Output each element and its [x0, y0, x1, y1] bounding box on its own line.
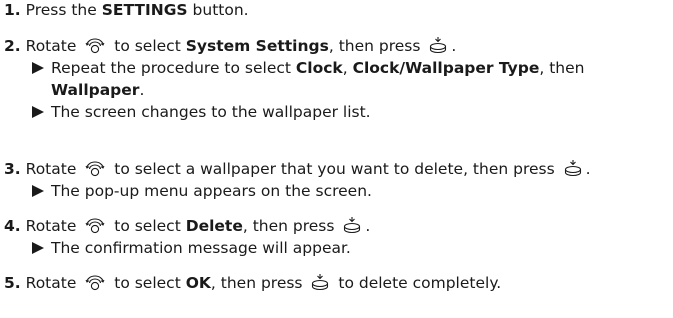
- interface-dial-press-icon: [564, 159, 582, 177]
- step-number: 2.: [4, 37, 21, 55]
- step-number: 5.: [4, 274, 21, 292]
- substep-2-1: Repeat the procedure to select Clock, Cl…: [4, 57, 585, 101]
- step-text: Rotate: [25, 37, 82, 55]
- step-text: to select: [109, 217, 186, 235]
- step-text-end: button.: [187, 1, 249, 19]
- menu-item-wallpaper: Wallpaper: [51, 81, 140, 99]
- substep-text: , then: [539, 59, 585, 77]
- step-1: 1. Press the SETTINGS button.: [4, 0, 249, 21]
- menu-item-ok: OK: [185, 274, 211, 292]
- triangle-bullet-icon: [32, 185, 44, 197]
- menu-item-clock: Clock: [295, 59, 343, 77]
- step-text: Press the: [25, 1, 102, 19]
- substep-text: The screen changes to the wallpaper list…: [51, 103, 371, 121]
- step-number: 4.: [4, 217, 21, 235]
- step-3: 3. Rotate to select a wallpaper that you…: [4, 158, 591, 202]
- step-text: to select a wallpaper that you want to d…: [109, 160, 560, 178]
- step-text: Rotate: [25, 217, 82, 235]
- interface-dial-press-icon: [311, 273, 329, 291]
- menu-item-delete: Delete: [185, 217, 243, 235]
- substep-text-end: .: [139, 81, 145, 99]
- substep-4-1: The confirmation message will appear.: [4, 237, 370, 259]
- step-text-end: .: [365, 217, 371, 235]
- triangle-bullet-icon: [32, 62, 44, 74]
- triangle-bullet-icon: [32, 106, 44, 118]
- step-text: Rotate: [25, 160, 82, 178]
- step-text-end: .: [585, 160, 591, 178]
- step-text: to select: [109, 37, 186, 55]
- interface-dial-rotate-icon: [85, 274, 105, 291]
- step-text: to select: [109, 274, 186, 292]
- interface-dial-rotate-icon: [85, 160, 105, 177]
- step-text-end: .: [451, 37, 457, 55]
- step-number: 1.: [4, 1, 21, 19]
- step-text-end: to delete completely.: [333, 274, 502, 292]
- step-number: 3.: [4, 160, 21, 178]
- interface-dial-press-icon: [343, 216, 361, 234]
- step-2: 2. Rotate to select System Settings, the…: [4, 35, 585, 123]
- menu-item-system-settings: System Settings: [185, 37, 329, 55]
- step-text: , then press: [328, 37, 426, 55]
- step-text: , then press: [210, 274, 308, 292]
- interface-dial-press-icon: [429, 36, 447, 54]
- substep-text: The confirmation message will appear.: [51, 239, 351, 257]
- triangle-bullet-icon: [32, 242, 44, 254]
- interface-dial-rotate-icon: [85, 37, 105, 54]
- separator-text: ,: [342, 59, 353, 77]
- step-text: , then press: [242, 217, 340, 235]
- step-text: Rotate: [25, 274, 82, 292]
- settings-label: SETTINGS: [101, 1, 188, 19]
- substep-3-1: The pop-up menu appears on the screen.: [4, 180, 591, 202]
- interface-dial-rotate-icon: [85, 217, 105, 234]
- menu-item-clock-wallpaper-type: Clock/Wallpaper Type: [352, 59, 540, 77]
- step-4: 4. Rotate to select Delete, then press .…: [4, 215, 370, 259]
- substep-text: Repeat the procedure to select: [51, 59, 296, 77]
- step-5: 5. Rotate to select OK, then press to de…: [4, 272, 501, 294]
- substep-2-2: The screen changes to the wallpaper list…: [4, 101, 585, 123]
- substep-text: The pop-up menu appears on the screen.: [51, 182, 372, 200]
